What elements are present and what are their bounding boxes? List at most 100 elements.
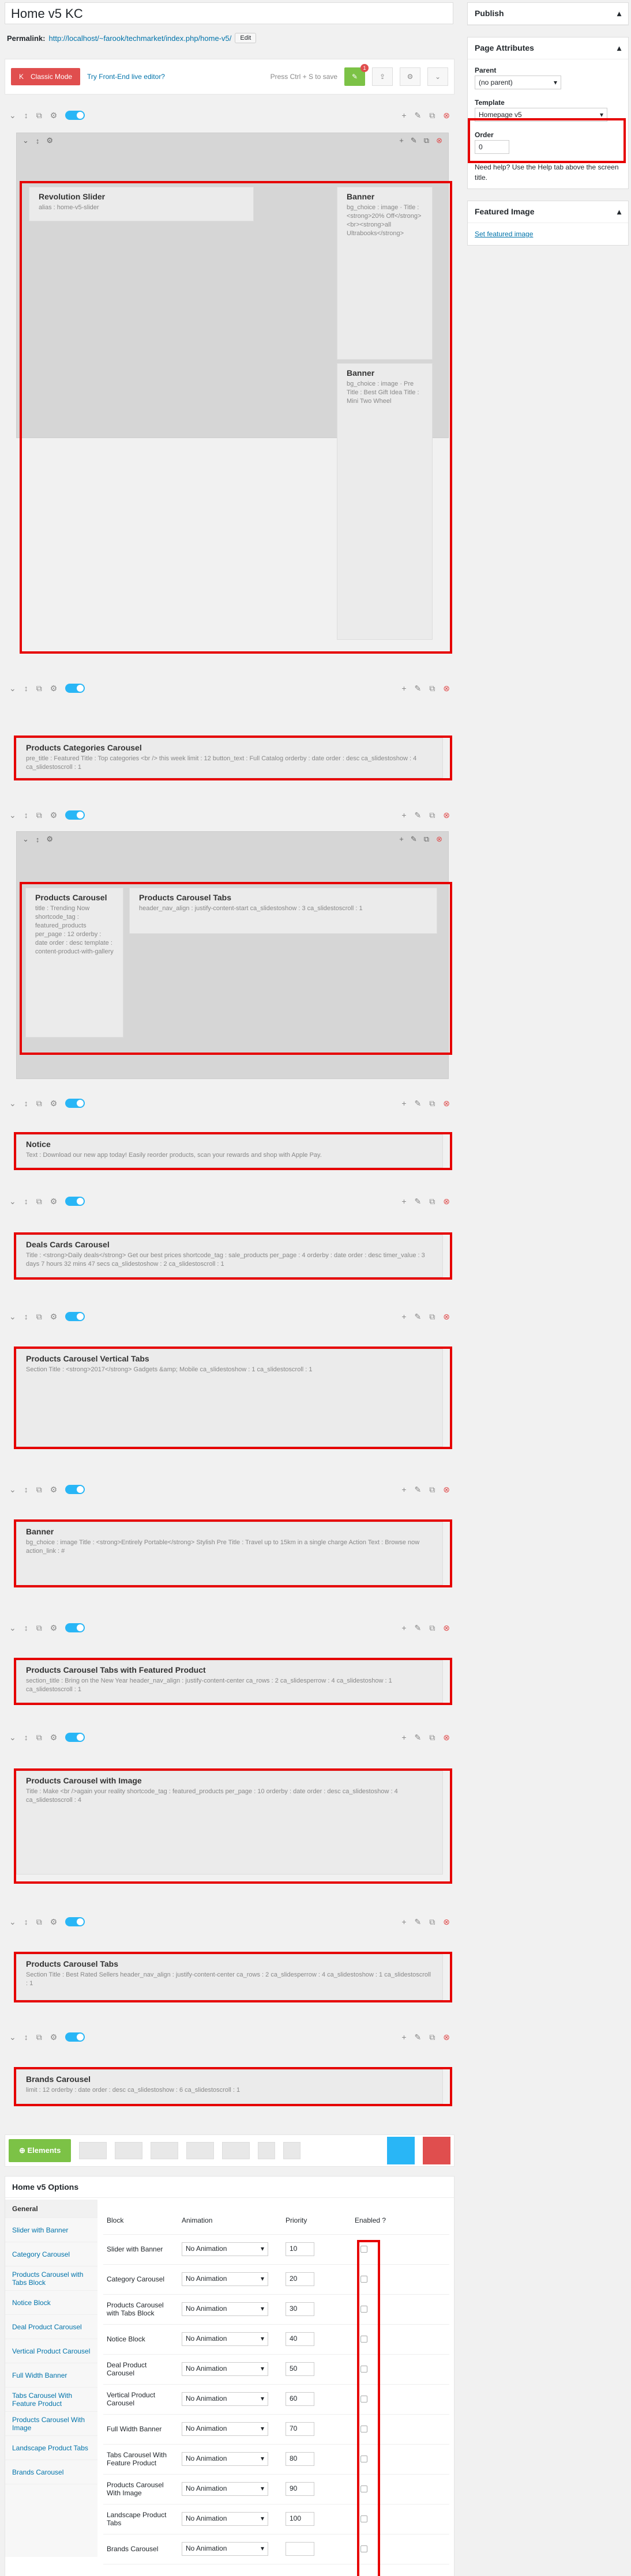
animation-select[interactable]: No Animation ▾	[182, 2422, 268, 2436]
kc-element[interactable]: Deals Cards Carousel Title : <strong>Dail…	[16, 1235, 443, 1277]
options-tab[interactable]: Products Carousel with Tabs Block	[5, 2266, 97, 2291]
edit-icon[interactable]: ✎	[415, 111, 422, 120]
drag-icon[interactable]: ↕	[24, 111, 28, 120]
kc-element[interactable]: Revolution Slider alias : home-v5-slider	[29, 187, 254, 221]
drag-icon[interactable]: ↕	[24, 1099, 28, 1108]
options-tab[interactable]: Vertical Product Carousel	[5, 2339, 97, 2363]
edit-icon[interactable]: ✎	[415, 1197, 422, 1206]
kc-element[interactable]: Products Carousel Tabs header_nav_align :…	[129, 888, 437, 934]
animation-select[interactable]: No Animation ▾	[182, 2242, 268, 2256]
kc-element[interactable]: Products Carousel Vertical Tabs Section T…	[16, 1349, 443, 1447]
drag-icon[interactable]: ↕	[24, 1485, 28, 1494]
add-icon[interactable]: +	[401, 111, 406, 120]
template-select[interactable]: Homepage v5 ▾	[475, 108, 607, 122]
priority-input[interactable]: 50	[286, 2362, 314, 2376]
priority-input[interactable]: 90	[286, 2482, 314, 2496]
add-icon[interactable]: +	[401, 1623, 406, 1633]
add-icon[interactable]: +	[401, 1917, 406, 1927]
paste-button[interactable]	[258, 2142, 276, 2159]
copy-icon[interactable]: ⧉	[36, 111, 42, 120]
delete-icon[interactable]: ⊗	[443, 1485, 450, 1495]
add-icon[interactable]: +	[401, 1485, 406, 1495]
copy-icon[interactable]: ⧉	[36, 810, 42, 820]
chevron-down-icon[interactable]: ⌄	[9, 1312, 16, 1322]
copy-icon[interactable]: ⧉	[36, 1917, 42, 1927]
kc-element[interactable]: Products Carousel Tabs Section Title : Be…	[16, 1954, 443, 2000]
kc-element[interactable]: Products Carousel title : Trending Now sh…	[25, 888, 123, 1038]
duplicate-icon[interactable]: ⧉	[429, 1197, 435, 1206]
settings-icon[interactable]: ⚙	[46, 835, 53, 844]
enabled-checkbox[interactable]	[360, 2515, 367, 2522]
add-icon[interactable]: +	[401, 1197, 406, 1206]
delete-icon[interactable]: ⊗	[436, 835, 442, 844]
edit-icon[interactable]: ✎	[415, 1733, 422, 1743]
delete-icon[interactable]: ⊗	[443, 1312, 450, 1322]
duplicate-icon[interactable]: ⧉	[429, 2032, 435, 2042]
duplicate-icon[interactable]: ⧉	[429, 1099, 435, 1108]
animation-select[interactable]: No Animation ▾	[182, 2542, 268, 2556]
priority-input[interactable]: 30	[286, 2302, 314, 2316]
delete-icon[interactable]: ⊗	[443, 684, 450, 693]
chevron-down-icon[interactable]: ⌄	[22, 136, 29, 145]
row-toggle[interactable]	[65, 1917, 85, 1926]
edit-icon[interactable]: ✎	[415, 1312, 422, 1322]
drag-icon[interactable]: ↕	[24, 1623, 28, 1632]
kc-element[interactable]: Brands Carousel limit : 12 orderby : date…	[16, 2069, 443, 2104]
edit-icon[interactable]: ✎	[415, 1099, 422, 1108]
layout-3col-button[interactable]	[151, 2142, 179, 2159]
animation-select[interactable]: No Animation ▾	[182, 2362, 268, 2376]
drag-icon[interactable]: ↕	[24, 684, 28, 693]
drag-icon[interactable]: ↕	[36, 137, 40, 145]
copy-icon[interactable]: ⧉	[36, 684, 42, 693]
drag-icon[interactable]: ↕	[24, 1312, 28, 1321]
delete-icon[interactable]: ⊗	[443, 1099, 450, 1108]
settings-icon[interactable]: ⚙	[50, 1197, 58, 1206]
duplicate-icon[interactable]: ⧉	[429, 810, 435, 820]
priority-input[interactable]: 20	[286, 2272, 314, 2286]
settings-icon[interactable]: ⚙	[50, 1733, 58, 1743]
edit-icon[interactable]: ✎	[415, 1485, 422, 1495]
add-icon[interactable]: +	[401, 684, 406, 693]
options-tab[interactable]: Deal Product Carousel	[5, 2315, 97, 2339]
settings-icon[interactable]: ⚙	[50, 1623, 58, 1633]
chevron-down-icon[interactable]: ⌄	[9, 684, 16, 693]
add-icon[interactable]: +	[401, 1733, 406, 1743]
settings-icon[interactable]: ⚙	[50, 1099, 58, 1108]
animation-select[interactable]: No Animation ▾	[182, 2512, 268, 2526]
priority-input[interactable]: 70	[286, 2422, 314, 2436]
chevron-down-icon[interactable]: ⌄	[9, 1197, 16, 1206]
copy-icon[interactable]: ⧉	[36, 1197, 42, 1206]
template-button[interactable]	[283, 2142, 301, 2159]
kc-element[interactable]: Banner bg_choice : image Title : <strong>…	[16, 1522, 443, 1585]
options-tab[interactable]: Category Carousel	[5, 2242, 97, 2266]
classic-mode-button[interactable]: K Classic Mode	[11, 68, 81, 85]
chevron-down-icon[interactable]: ⌄	[9, 810, 16, 820]
chevron-down-icon[interactable]: ⌄	[9, 1917, 16, 1927]
layout-4col-button[interactable]	[186, 2142, 215, 2159]
copy-icon[interactable]: ⧉	[36, 1099, 42, 1108]
layers-button[interactable]	[387, 2137, 415, 2164]
enabled-checkbox[interactable]	[360, 2276, 367, 2283]
edit-icon[interactable]: ✎	[415, 684, 422, 693]
options-tab[interactable]: General	[5, 2200, 97, 2218]
chevron-down-icon[interactable]: ⌄	[9, 1623, 16, 1633]
enabled-checkbox[interactable]	[360, 2545, 367, 2552]
priority-input[interactable]: 60	[286, 2392, 314, 2406]
priority-input[interactable]: 80	[286, 2452, 314, 2466]
options-tab[interactable]: Slider with Banner	[5, 2218, 97, 2242]
kc-element[interactable]: Products Categories Carousel pre_title : …	[16, 738, 443, 778]
animation-select[interactable]: No Animation ▾	[182, 2392, 268, 2406]
edit-icon[interactable]: ✎	[415, 2032, 422, 2042]
priority-input[interactable]: 100	[286, 2512, 314, 2526]
priority-input[interactable]	[286, 2542, 314, 2556]
duplicate-icon[interactable]: ⧉	[429, 1485, 435, 1495]
settings-button[interactable]: ⚙	[400, 67, 420, 86]
layout-2col-button[interactable]	[115, 2142, 143, 2159]
add-icon[interactable]: +	[401, 1312, 406, 1322]
duplicate-icon[interactable]: ⧉	[424, 136, 429, 145]
options-tab[interactable]: Landscape Product Tabs	[5, 2436, 97, 2460]
permalink-edit-button[interactable]: Edit	[235, 33, 257, 43]
delete-icon[interactable]: ⊗	[443, 111, 450, 120]
row-toggle[interactable]	[65, 1099, 85, 1108]
kc-element[interactable]: Products Carousel Tabs with Featured Pro…	[16, 1660, 443, 1703]
